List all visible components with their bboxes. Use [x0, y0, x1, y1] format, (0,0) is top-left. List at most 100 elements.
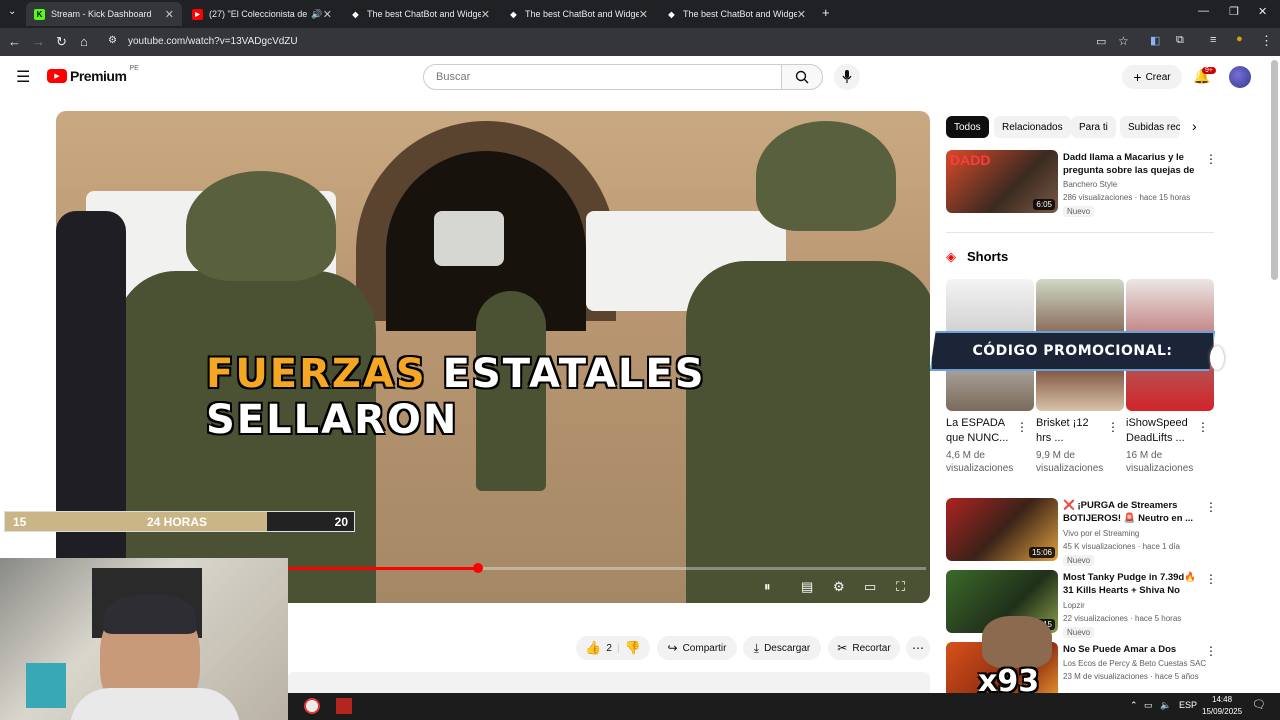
tab-chatbot-3[interactable]: ◆ The best ChatBot and Widgets ✕ — [658, 2, 814, 26]
chip-todos[interactable]: Todos — [946, 116, 989, 138]
more-actions-button[interactable]: ⋯ — [906, 636, 930, 660]
shorts-next-button[interactable] — [1210, 346, 1224, 370]
video-progress-bar[interactable] — [286, 563, 926, 573]
new-badge: Nuevo — [1063, 555, 1095, 566]
back-icon[interactable]: ← — [8, 34, 21, 49]
shorts-heading: Shorts — [967, 249, 1009, 264]
translate-extension-icon[interactable]: ◧ — [1150, 34, 1160, 47]
voice-search-button[interactable] — [834, 64, 860, 90]
description-box[interactable] — [288, 672, 930, 694]
profile-avatar-icon[interactable]: ● — [1236, 33, 1243, 45]
install-app-icon[interactable]: ▭ — [1096, 35, 1106, 48]
fullscreen-icon[interactable]: ⛶ — [896, 579, 905, 595]
subtitles-icon[interactable]: ▤ — [801, 579, 813, 595]
settings-gear-icon[interactable]: ⚙ — [833, 579, 845, 595]
recommended-title[interactable]: No Se Puede Amar a Dos — [1063, 643, 1201, 656]
minimize-window-icon[interactable]: — — [1198, 5, 1209, 17]
webcam-basket — [26, 663, 66, 708]
close-tab-icon[interactable]: ✕ — [797, 8, 806, 21]
more-vertical-icon[interactable]: ⋮ — [1016, 420, 1028, 434]
recommended-channel[interactable]: Lopzir — [1063, 601, 1085, 610]
close-tab-icon[interactable]: ✕ — [165, 8, 174, 21]
download-button[interactable]: ⤓ Descargar — [743, 636, 821, 660]
recommended-title[interactable]: Most Tanky Pudge in 7.39d🔥31 Kills Heart… — [1063, 571, 1201, 597]
short-title[interactable]: iShowSpeed DeadLifts ... — [1126, 416, 1196, 446]
short-title[interactable]: Brisket ¡12 hrs ... — [1036, 416, 1106, 446]
url-field[interactable]: youtube.com/watch?v=13VADgcVdZU — [128, 36, 298, 47]
close-tab-icon[interactable]: ✕ — [639, 8, 648, 21]
tab-title: (27) "El Coleccionista de Hu — [209, 9, 307, 19]
hamburger-menu-icon[interactable]: ☰ — [16, 67, 30, 87]
progress-played — [286, 567, 478, 570]
clock-time[interactable]: 14:48 — [1212, 695, 1232, 704]
more-vertical-icon[interactable]: ⋮ — [1107, 420, 1119, 434]
clock-date[interactable]: 15/09/2025 — [1202, 707, 1242, 716]
tab-title: Stream - Kick Dashboard — [51, 9, 152, 19]
more-vertical-icon[interactable]: ⋮ — [1205, 572, 1217, 586]
short-title[interactable]: La ESPADA que NUNC... — [946, 416, 1016, 446]
recommended-thumbnail[interactable]: 15:06 — [946, 498, 1058, 561]
recommended-channel[interactable]: Vivo por el Streaming — [1063, 529, 1139, 538]
short-views: 9,9 M de visualizaciones — [1036, 450, 1104, 474]
tab-search-chevron-icon[interactable]: ⌄ — [8, 6, 16, 17]
search-input[interactable]: Buscar — [423, 64, 782, 90]
recommended-title[interactable]: ❌ ¡PURGA de Streamers BOTIJEROS! 🚨 Neutr… — [1063, 499, 1201, 525]
tab-chatbot-2[interactable]: ◆ The best ChatBot and Widgets ✕ — [500, 2, 656, 26]
recommended-thumbnail[interactable]: DADD 6:05 — [946, 150, 1058, 213]
media-controls-icon[interactable]: ≡ — [1210, 34, 1216, 46]
dislike-thumb-icon[interactable]: 👎 — [625, 640, 641, 656]
recommended-title[interactable]: Dadd llama a Macarius y le pregunta sobr… — [1063, 151, 1201, 177]
download-label: Descargar — [764, 642, 811, 654]
more-vertical-icon[interactable]: ⋮ — [1197, 420, 1209, 434]
close-tab-icon[interactable]: ✕ — [323, 8, 332, 21]
reaction-multiplier-overlay: x93 — [974, 614, 1058, 700]
dota-app-icon[interactable] — [336, 698, 352, 714]
create-button[interactable]: + Crear — [1122, 65, 1182, 89]
browser-menu-icon[interactable]: ⋮ — [1260, 33, 1273, 49]
site-info-icon[interactable]: ⚙ — [108, 35, 117, 46]
network-icon[interactable]: ▭ — [1144, 700, 1153, 711]
account-avatar[interactable] — [1229, 66, 1251, 88]
recommended-channel[interactable]: Banchero Style — [1063, 180, 1117, 189]
clip-button[interactable]: ✂ Recortar — [828, 636, 900, 660]
tab-youtube-video[interactable]: ▶ (27) "El Coleccionista de Hu 🔊 ✕ — [184, 2, 340, 26]
close-tab-icon[interactable]: ✕ — [481, 8, 490, 21]
obs-app-icon[interactable] — [304, 698, 320, 714]
chip-para-ti[interactable]: Para ti — [1071, 116, 1116, 138]
progress-scrubber[interactable] — [473, 563, 483, 573]
page-scrollbar[interactable] — [1271, 60, 1278, 280]
notification-center-icon[interactable]: 🗨 — [1252, 698, 1266, 711]
recommended-channel[interactable]: Los Ecos de Percy & Beto Cuestas SAC — [1063, 659, 1206, 668]
audio-playing-icon[interactable]: 🔊 — [311, 9, 322, 20]
region-label: PE — [129, 64, 139, 72]
home-icon[interactable]: ⌂ — [80, 34, 88, 49]
restore-window-icon[interactable]: ❐ — [1229, 5, 1239, 18]
like-dislike-group: 👍 2 | 👎 — [576, 636, 650, 660]
like-thumb-icon[interactable]: 👍 — [585, 640, 601, 656]
language-indicator[interactable]: ESP — [1179, 700, 1197, 710]
bookmark-star-icon[interactable]: ☆ — [1118, 34, 1129, 48]
chips-next-chevron-icon[interactable]: › — [1192, 118, 1197, 134]
youtube-logo[interactable]: ▶ Premium PE — [47, 64, 139, 84]
autoplay-toggle-icon[interactable]: ⏸ — [764, 579, 771, 595]
search-icon — [795, 70, 809, 84]
forward-icon[interactable]: → — [32, 34, 45, 49]
tab-chatbot-1[interactable]: ◆ The best ChatBot and Widgets ✕ — [342, 2, 498, 26]
chip-subidas-recientes[interactable]: Subidas rec — [1120, 116, 1180, 138]
tab-kick-dashboard[interactable]: K Stream - Kick Dashboard ✕ — [26, 2, 182, 26]
volume-icon[interactable]: 🔈 — [1160, 700, 1171, 711]
reload-icon[interactable]: ↻ — [56, 34, 67, 50]
more-vertical-icon[interactable]: ⋮ — [1205, 500, 1217, 514]
tray-chevron-icon[interactable]: ⌃ — [1130, 700, 1138, 711]
share-button[interactable]: ↪ Compartir — [657, 636, 737, 660]
more-vertical-icon[interactable]: ⋮ — [1205, 152, 1217, 166]
recommended-meta: 23 M de visualizaciones · hace 5 años — [1063, 672, 1199, 681]
chip-relacionados[interactable]: Relacionados — [994, 116, 1071, 138]
new-tab-icon[interactable]: + — [822, 5, 830, 20]
search-button[interactable] — [781, 64, 823, 90]
theater-mode-icon[interactable]: ▭ — [864, 579, 876, 595]
kick-favicon-icon: K — [34, 8, 45, 20]
more-vertical-icon[interactable]: ⋮ — [1205, 644, 1217, 658]
close-window-icon[interactable]: ✕ — [1258, 5, 1267, 18]
extensions-icon[interactable]: ⧉ — [1176, 34, 1184, 47]
